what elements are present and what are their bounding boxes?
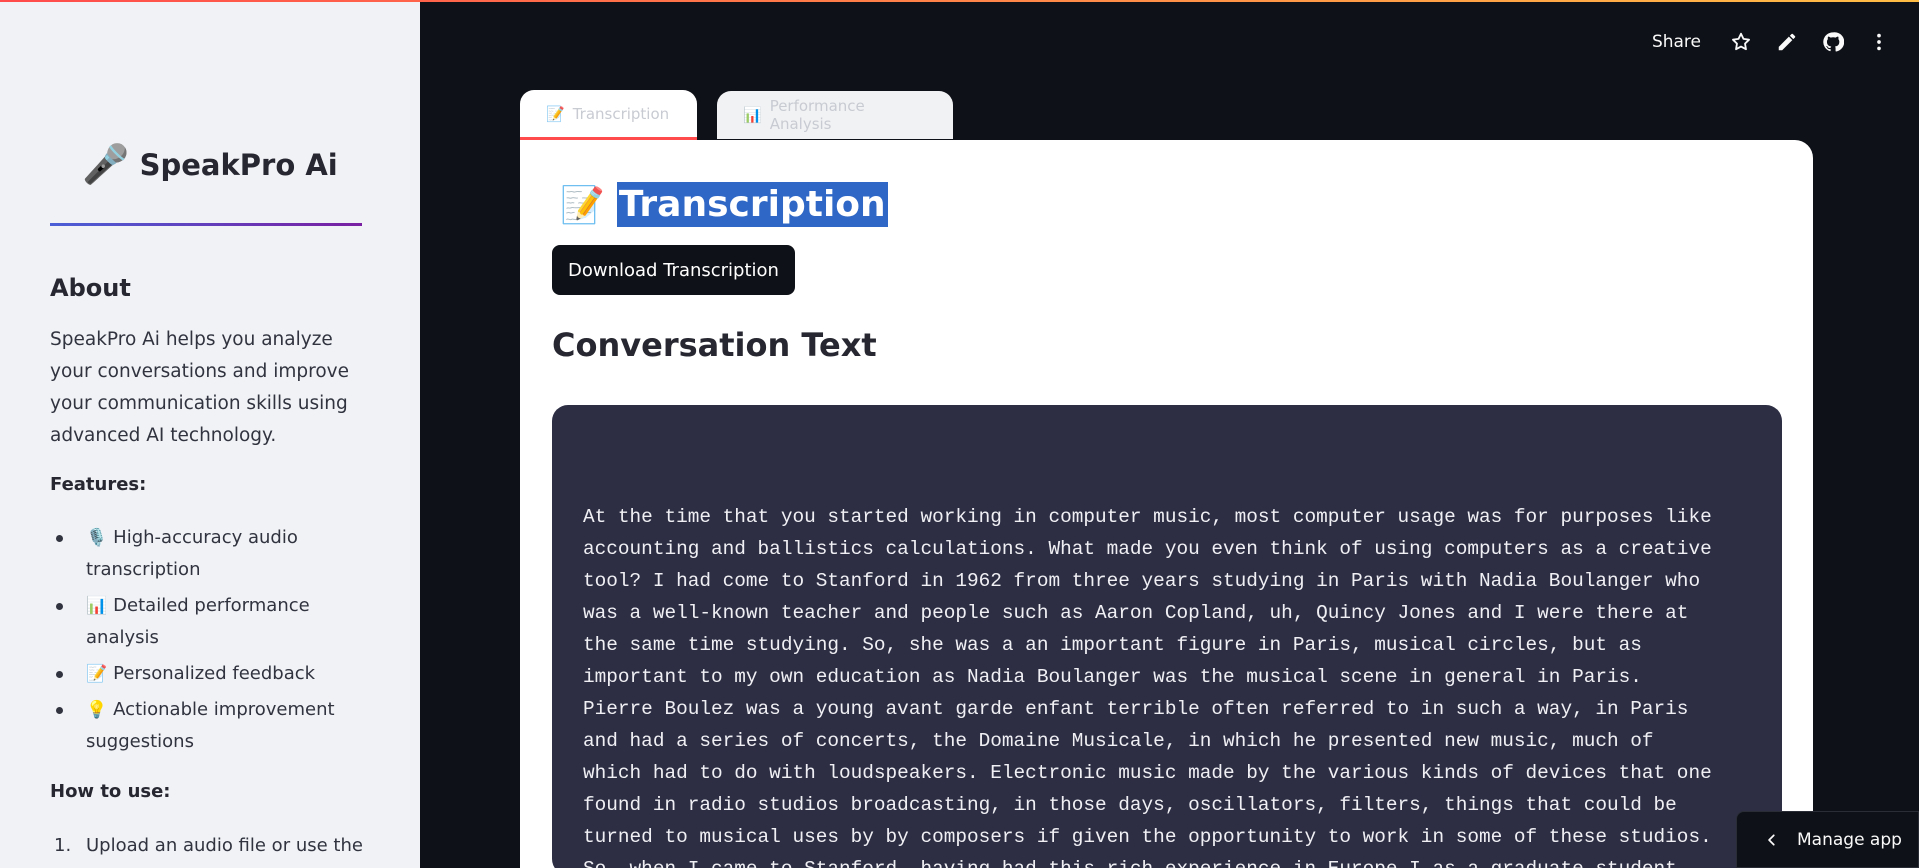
conversation-text-box[interactable]: At the time that you started working in … bbox=[552, 405, 1782, 868]
github-icon[interactable] bbox=[1821, 30, 1845, 54]
bar-chart-icon: 📊 bbox=[86, 596, 108, 616]
memo-icon: 📝 bbox=[546, 104, 565, 123]
conversation-heading: Conversation Text bbox=[552, 326, 877, 364]
list-item: 💡 Actionable improvement suggestions bbox=[50, 694, 380, 758]
share-button[interactable]: Share bbox=[1652, 32, 1701, 52]
list-item: 📊 Detailed performance analysis bbox=[50, 590, 380, 654]
step-number: 1. bbox=[54, 835, 72, 856]
features-list: 🎙️ High-accuracy audio transcription 📊 Det… bbox=[50, 522, 380, 762]
features-heading: Features: bbox=[50, 474, 147, 495]
more-menu-icon[interactable] bbox=[1867, 30, 1891, 54]
memo-icon: 📝 bbox=[560, 183, 605, 225]
tab-performance-analysis[interactable]: 📊 Performance Analysis bbox=[717, 91, 953, 139]
studio-microphone-icon: 🎙️ bbox=[86, 528, 108, 548]
list-item: 🎙️ High-accuracy audio transcription bbox=[50, 522, 380, 586]
brand-divider bbox=[50, 223, 362, 226]
bullet bbox=[56, 603, 63, 610]
star-icon[interactable] bbox=[1729, 30, 1753, 54]
edit-icon[interactable] bbox=[1775, 30, 1799, 54]
header-actions: Share bbox=[1652, 30, 1891, 54]
memo-icon: 📝 bbox=[86, 664, 108, 684]
list-item: 📝 Personalized feedback bbox=[50, 658, 380, 690]
microphone-icon: 🎤 bbox=[82, 144, 130, 186]
feature-label: High-accuracy audio transcription bbox=[86, 527, 298, 580]
feature-label: Personalized feedback bbox=[113, 663, 316, 684]
how-to-use-heading: How to use: bbox=[50, 781, 171, 802]
about-text: SpeakPro Ai helps you analyze your conve… bbox=[50, 329, 349, 446]
about-heading: About bbox=[50, 274, 131, 302]
bullet bbox=[56, 671, 63, 678]
how-to-use-list: 1. Upload an audio file or use the bbox=[50, 830, 380, 862]
brand: 🎤 SpeakPro Ai bbox=[0, 146, 420, 184]
chevron-left-icon bbox=[1768, 833, 1775, 846]
bullet bbox=[56, 707, 63, 714]
tab-panel-transcription: 📝 Transcription Download Transcription C… bbox=[520, 140, 1813, 868]
tab-label: Transcription bbox=[572, 104, 670, 123]
page-title: 📝 Transcription bbox=[560, 182, 888, 227]
tab-label: Performance Analysis bbox=[769, 97, 865, 133]
step-label: Upload an audio file or use the bbox=[86, 835, 363, 856]
tab-transcription[interactable]: 📝 Transcription bbox=[520, 90, 697, 140]
bullet bbox=[56, 535, 63, 542]
manage-app-button[interactable]: Manage app bbox=[1736, 811, 1919, 868]
light-bulb-icon: 💡 bbox=[86, 700, 108, 720]
bar-chart-icon: 📊 bbox=[743, 106, 762, 124]
download-transcription-button[interactable]: Download Transcription bbox=[552, 245, 795, 295]
top-decoration-line bbox=[0, 0, 1919, 2]
feature-label: Actionable improvement suggestions bbox=[86, 699, 335, 752]
brand-name: SpeakPro Ai bbox=[139, 148, 338, 182]
page-title-text: Transcription bbox=[616, 182, 888, 227]
conversation-text: At the time that you started working in … bbox=[583, 506, 1712, 868]
feature-label: Detailed performance analysis bbox=[86, 595, 310, 648]
list-item: 1. Upload an audio file or use the bbox=[50, 830, 380, 862]
manage-app-label: Manage app bbox=[1797, 829, 1902, 850]
sidebar: 🎤 SpeakPro Ai About SpeakPro Ai helps yo… bbox=[0, 0, 420, 868]
